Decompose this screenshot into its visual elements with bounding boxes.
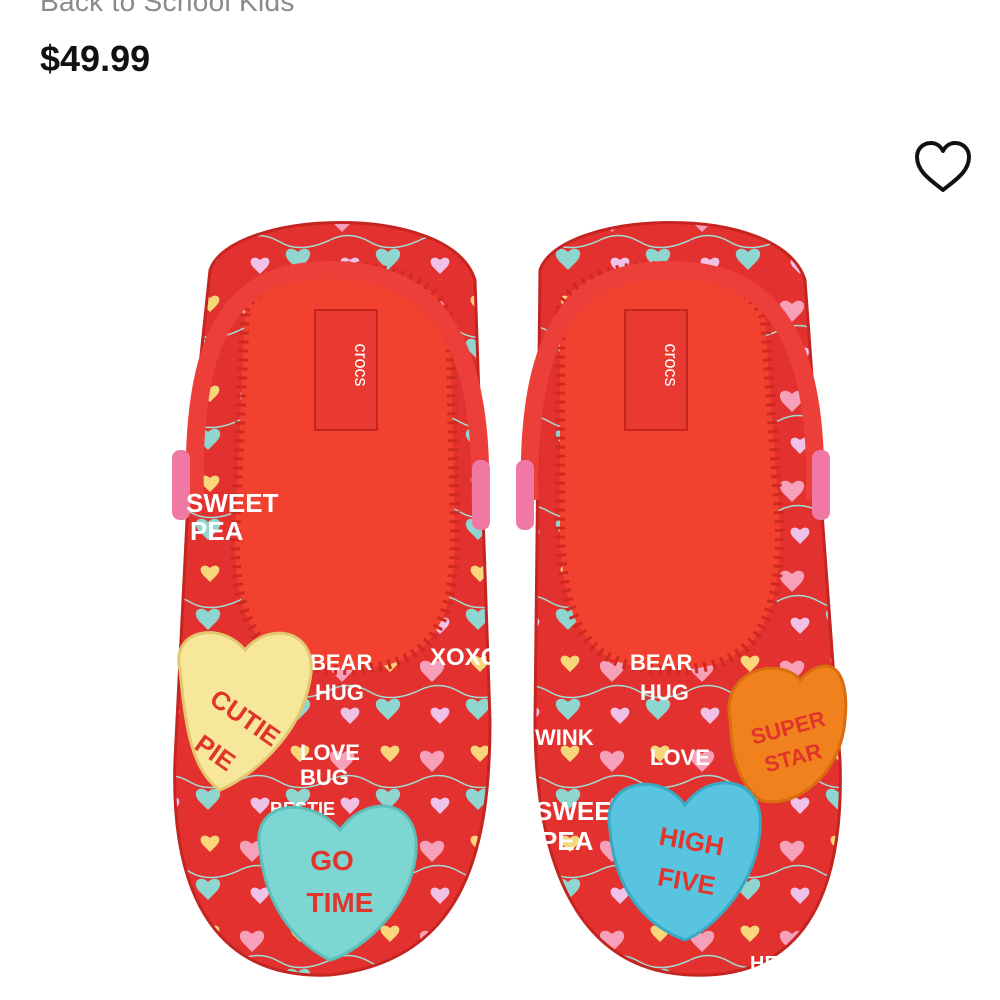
print-hug-right: HUG [640,680,689,705]
right-shoe: crocs SWEET PEA BEAR HUG WINK LOVE HERO … [516,221,848,977]
print-pea: PEA [190,516,244,546]
print-love-right: LOVE [650,745,710,770]
print-pea-right: PEA [540,826,594,856]
charm-time-text: TIME [307,887,374,918]
print-bug: BUG [300,765,349,790]
print-sweet: SWEET [186,488,279,518]
product-category-label: Back to School Kids [40,0,295,17]
print-love: LOVE [300,740,360,765]
wishlist-heart-icon[interactable] [914,140,972,194]
print-xoxo: XOXO [430,644,499,671]
print-wink: WINK [535,725,594,750]
print-bear-right: BEAR [630,650,692,675]
print-hug: HUG [315,680,364,705]
product-price: $49.99 [40,38,151,79]
left-shoe: crocs SWEET PEA BEAR HUG XOXO LOVE BUG B… [172,221,499,977]
brand-tag-text: crocs [351,343,371,386]
brand-tag-text-right: crocs [661,343,681,386]
print-hero: HERO [750,953,808,975]
product-image: crocs SWEET PEA BEAR HUG XOXO LOVE BUG B… [172,221,848,977]
charm-go-text: GO [310,845,354,876]
print-bear: BEAR [310,650,372,675]
